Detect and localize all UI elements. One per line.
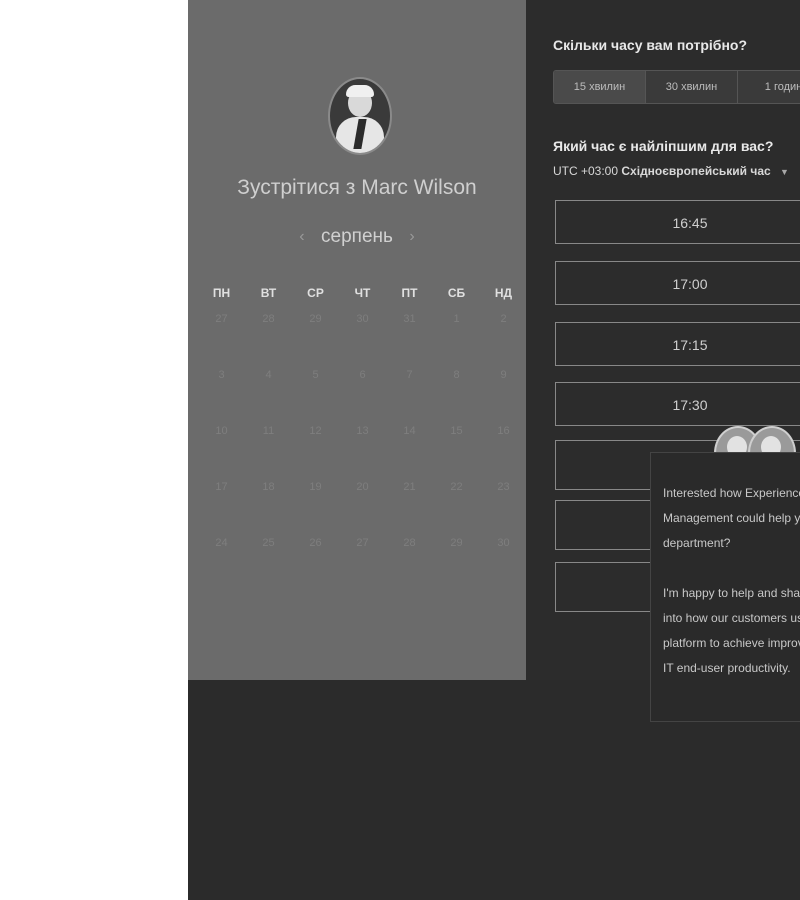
calendar-day[interactable]: 29 (292, 309, 339, 365)
calendar-day[interactable]: 12 (292, 421, 339, 477)
month-navigator: ‹ серпень › (188, 226, 526, 252)
weekday-header: НД (494, 286, 513, 300)
calendar-day[interactable]: 4 (245, 365, 292, 421)
caret-down-icon: ▼ (780, 167, 789, 177)
host-panel: Зустрітися з Marc Wilson ‹ серпень › ПН В… (188, 0, 526, 680)
calendar-day[interactable]: 25 (245, 533, 292, 589)
chat-message-1: Interested how Experience Management cou… (663, 486, 800, 550)
time-question: Який час є найліпшим для вас? (553, 138, 774, 154)
calendar-day[interactable]: 31 (386, 309, 433, 365)
calendar-day[interactable]: 20 (339, 477, 386, 533)
calendar-day[interactable]: 27 (339, 533, 386, 589)
calendar-day[interactable]: 11 (245, 421, 292, 477)
weekday-header: СБ (447, 286, 466, 300)
calendar-day[interactable]: 7 (386, 365, 433, 421)
duration-option-15[interactable]: 15 хвилин (554, 71, 646, 103)
calendar-day[interactable]: 24 (198, 533, 245, 589)
chevron-right-icon[interactable]: › (409, 228, 414, 246)
calendar-day[interactable]: 29 (433, 533, 480, 589)
chat-popup[interactable]: Interested how Experience Management cou… (650, 452, 800, 722)
meeting-title: Зустрітися з Marc Wilson (237, 176, 477, 199)
chat-message: Interested how Experience Management cou… (663, 481, 800, 706)
month-label: серпень (321, 226, 393, 247)
duration-option-30[interactable]: 30 хвилин (646, 71, 738, 103)
calendar-day[interactable]: 15 (433, 421, 480, 477)
calendar-day[interactable]: 23 (480, 477, 527, 533)
calendar-day[interactable]: 13 (339, 421, 386, 477)
calendar-day[interactable]: 5 (292, 365, 339, 421)
calendar-day[interactable]: 6 (339, 365, 386, 421)
calendar-grid: ПН ВТ СР ЧТ ПТ СБ НД 27 28 29 30 31 1 2 3 4 5 6 7 8 9 10 11 12 1… (198, 285, 526, 589)
chevron-left-icon[interactable]: ‹ (299, 228, 304, 246)
duration-option-60[interactable]: 1 годин (738, 71, 800, 103)
calendar-day[interactable]: 9 (480, 365, 527, 421)
timezone-selector[interactable]: UTC +03:00 Східноєвропейський час ▼ (553, 164, 789, 178)
weekday-header: ЧТ (354, 286, 371, 300)
time-slot-2[interactable]: 17:00 (555, 261, 800, 305)
calendar-day[interactable]: 28 (386, 533, 433, 589)
timezone-name: Східноєвропейський час (621, 164, 771, 178)
calendar-day[interactable]: 1 (433, 309, 480, 365)
calendar-day[interactable]: 10 (198, 421, 245, 477)
calendar-day[interactable]: 22 (433, 477, 480, 533)
calendar-day[interactable]: 28 (245, 309, 292, 365)
calendar-day[interactable]: 18 (245, 477, 292, 533)
time-slot-4[interactable]: 17:30 (555, 382, 800, 426)
calendar-day[interactable]: 2 (480, 309, 527, 365)
calendar-day[interactable]: 16 (480, 421, 527, 477)
host-avatar (328, 77, 392, 155)
chat-message-2: I'm happy to help and share insight into… (663, 586, 800, 675)
timezone-offset: UTC +03:00 (553, 164, 619, 178)
calendar-day[interactable]: 21 (386, 477, 433, 533)
calendar-day[interactable]: 17 (198, 477, 245, 533)
calendar-day[interactable]: 3 (198, 365, 245, 421)
duration-selector: 15 хвилин 30 хвилин 1 годин (553, 70, 800, 104)
duration-question: Скільки часу вам потрібно? (553, 37, 748, 53)
weekday-header: СР (307, 286, 324, 300)
weekday-header: ВТ (260, 286, 277, 300)
calendar-day[interactable]: 30 (339, 309, 386, 365)
calendar-day[interactable]: 26 (292, 533, 339, 589)
scheduler-page: Зустрітися з Marc Wilson ‹ серпень › ПН В… (188, 0, 800, 900)
calendar-day[interactable]: 14 (386, 421, 433, 477)
weekday-header: ПТ (401, 286, 418, 300)
time-slot-1[interactable]: 16:45 (555, 200, 800, 244)
calendar-day[interactable]: 8 (433, 365, 480, 421)
calendar-day[interactable]: 27 (198, 309, 245, 365)
calendar-day[interactable]: 30 (480, 533, 527, 589)
weekday-header: ПН (212, 286, 231, 300)
calendar-day[interactable]: 19 (292, 477, 339, 533)
time-slot-3[interactable]: 17:15 (555, 322, 800, 366)
